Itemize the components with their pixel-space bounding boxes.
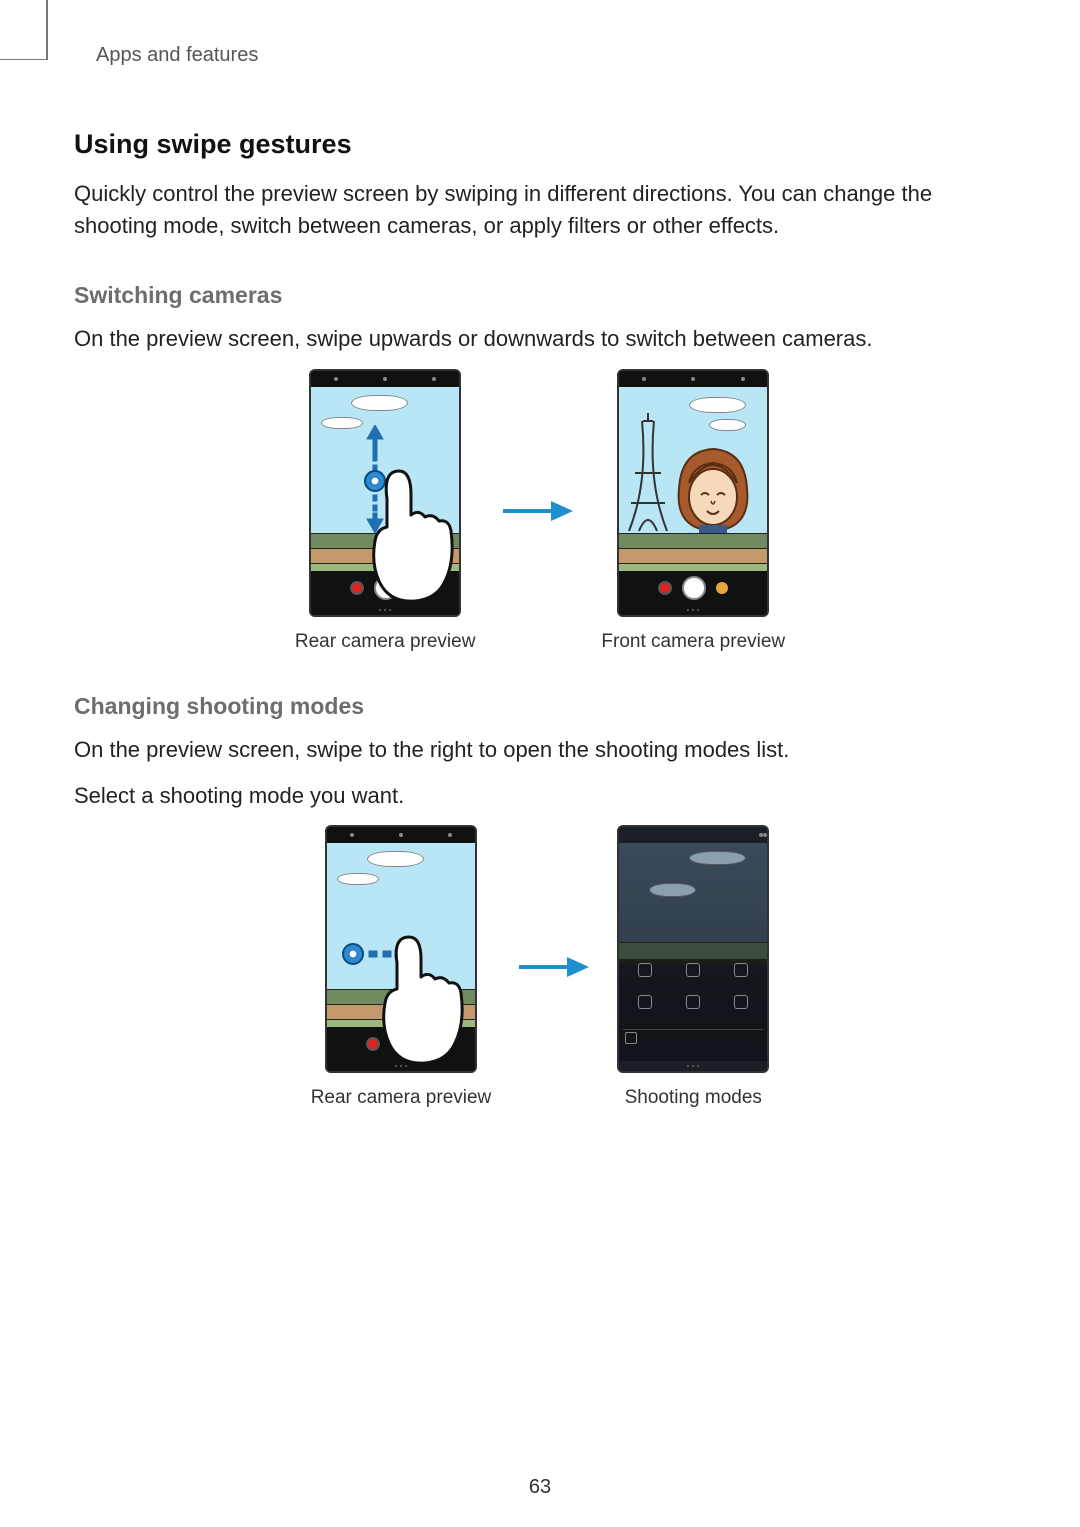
page-number: 63 bbox=[0, 1476, 1080, 1499]
phone-nav-dots bbox=[619, 1061, 767, 1071]
phone-preview-scene bbox=[619, 387, 767, 571]
phone-preview-scene bbox=[327, 843, 475, 1027]
figure-rear-camera-2: Rear camera preview bbox=[311, 825, 492, 1109]
shutter-button-icon bbox=[390, 1032, 414, 1056]
phone-shutter-bar bbox=[311, 571, 459, 605]
mode-button-icon bbox=[424, 1038, 436, 1050]
phone-shutter-bar bbox=[327, 1027, 475, 1061]
mode-button-icon bbox=[716, 582, 728, 594]
phone-mockup-front bbox=[617, 369, 769, 617]
page: Apps and features Using swipe gestures Q… bbox=[0, 0, 1080, 1527]
selfie-face-illustration bbox=[673, 443, 753, 533]
record-button-icon bbox=[658, 581, 672, 595]
phone-modes-scene bbox=[619, 843, 767, 1061]
phone-nav-dots bbox=[311, 605, 459, 615]
phone-mockup-modes bbox=[617, 825, 769, 1073]
shooting-modes-grid bbox=[619, 959, 767, 1061]
phone-preview-scene bbox=[311, 387, 459, 571]
phone-topbar bbox=[327, 827, 475, 843]
caption-front-camera: Front camera preview bbox=[601, 631, 785, 653]
phone-nav-dots bbox=[327, 1061, 475, 1071]
record-button-icon bbox=[366, 1037, 380, 1051]
figure-front-camera: Front camera preview bbox=[601, 369, 785, 653]
paragraph-shooting-modes-1: On the preview screen, swipe to the righ… bbox=[74, 734, 1006, 766]
page-corner-mark-v bbox=[46, 0, 48, 60]
mode-button-icon bbox=[408, 582, 420, 594]
phone-topbar bbox=[619, 827, 767, 843]
swipe-vertical-icon bbox=[355, 425, 395, 535]
shutter-button-icon bbox=[682, 576, 706, 600]
shutter-button-icon bbox=[374, 576, 398, 600]
subheading-switching-cameras: Switching cameras bbox=[74, 282, 1006, 309]
phone-nav-dots bbox=[619, 605, 767, 615]
phone-mockup-rear-2 bbox=[325, 825, 477, 1073]
eiffel-tower-icon bbox=[625, 413, 671, 533]
page-corner-mark-h bbox=[0, 59, 48, 60]
phone-mockup-rear bbox=[309, 369, 461, 617]
result-arrow-icon bbox=[519, 955, 589, 979]
caption-rear-camera: Rear camera preview bbox=[295, 631, 476, 653]
figure-shooting-modes: Rear camera preview bbox=[74, 825, 1006, 1109]
subheading-shooting-modes: Changing shooting modes bbox=[74, 693, 1006, 720]
phone-shutter-bar bbox=[619, 571, 767, 605]
figure-rear-camera: Rear camera preview bbox=[295, 369, 476, 653]
phone-topbar bbox=[619, 371, 767, 387]
swipe-right-icon bbox=[339, 939, 449, 969]
breadcrumb: Apps and features bbox=[96, 44, 1006, 67]
result-arrow-icon bbox=[503, 499, 573, 523]
caption-rear-camera-2: Rear camera preview bbox=[311, 1087, 492, 1109]
figure-shooting-modes-list: Shooting modes bbox=[617, 825, 769, 1109]
caption-shooting-modes: Shooting modes bbox=[625, 1087, 762, 1109]
paragraph-shooting-modes-2: Select a shooting mode you want. bbox=[74, 780, 1006, 812]
phone-topbar bbox=[311, 371, 459, 387]
figure-switching-cameras: Rear camera preview bbox=[74, 369, 1006, 653]
paragraph-switching-cameras: On the preview screen, swipe upwards or … bbox=[74, 323, 1006, 355]
page-title: Using swipe gestures bbox=[74, 129, 1006, 160]
intro-paragraph: Quickly control the preview screen by sw… bbox=[74, 178, 1006, 242]
record-button-icon bbox=[350, 581, 364, 595]
